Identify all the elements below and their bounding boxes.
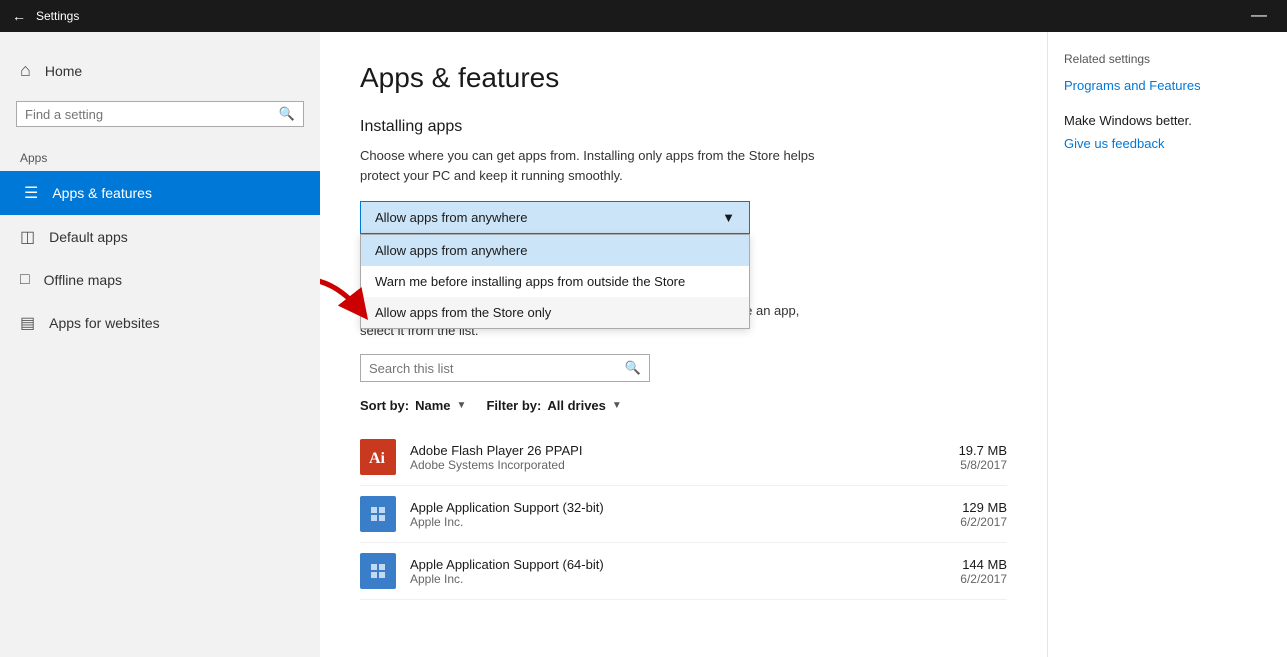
home-icon: ⌂ <box>20 60 31 81</box>
app-meta: 144 MB 6/2/2017 <box>960 557 1007 586</box>
sort-value: Name <box>415 398 450 413</box>
app-icon-adobe: Ai <box>360 439 396 475</box>
sidebar-search[interactable]: 🔍 <box>16 101 304 127</box>
app-search-box[interactable]: 🔍 <box>360 354 650 382</box>
apps-section-label: Apps <box>0 143 320 171</box>
app-name: Apple Application Support (32-bit) <box>410 500 946 515</box>
app-date: 6/2/2017 <box>960 572 1007 586</box>
filter-label: Filter by: <box>486 398 541 413</box>
back-button[interactable]: ← <box>12 8 26 24</box>
dropdown-option-store-only[interactable]: Allow apps from the Store only <box>361 297 749 328</box>
app-name: Apple Application Support (64-bit) <box>410 557 946 572</box>
sidebar-item-apps-features[interactable]: ☰ Apps & features <box>0 171 320 215</box>
find-setting-input[interactable] <box>25 107 279 122</box>
app-info: Apple Application Support (32-bit) Apple… <box>410 500 946 529</box>
sort-dropdown[interactable]: Sort by: Name ▼ <box>360 398 466 413</box>
give-feedback-link[interactable]: Give us feedback <box>1064 136 1271 151</box>
table-row[interactable]: Apple Application Support (32-bit) Apple… <box>360 486 1007 543</box>
apps-features-icon: ☰ <box>24 183 38 203</box>
dropdown-list: Allow apps from anywhere Warn me before … <box>360 234 750 329</box>
app-date: 6/2/2017 <box>960 515 1007 529</box>
install-source-dropdown[interactable]: Allow apps from anywhere ▼ Allow apps fr… <box>360 201 750 234</box>
svg-text:Ai: Ai <box>369 450 386 467</box>
app-size: 129 MB <box>960 500 1007 515</box>
app-name: Adobe Flash Player 26 PPAPI <box>410 443 945 458</box>
installing-apps-title: Installing apps <box>360 118 1007 136</box>
sidebar-item-label: Default apps <box>49 229 128 245</box>
sort-chevron-icon: ▼ <box>457 400 467 411</box>
sidebar-item-offline-maps[interactable]: □ Offline maps <box>0 259 320 301</box>
sort-label: Sort by: <box>360 398 409 413</box>
home-label: Home <box>45 63 82 79</box>
table-row[interactable]: Apple Application Support (64-bit) Apple… <box>360 543 1007 600</box>
page-title: Apps & features <box>360 62 1007 94</box>
table-row[interactable]: Ai Adobe Flash Player 26 PPAPI Adobe Sys… <box>360 429 1007 486</box>
offline-maps-icon: □ <box>20 271 30 289</box>
sidebar-item-default-apps[interactable]: ◫ Default apps <box>0 215 320 259</box>
main-layout: ⌂ Home 🔍 Apps ☰ Apps & features ◫ Defaul… <box>0 32 1287 657</box>
right-panel: Related settings Programs and Features M… <box>1047 32 1287 657</box>
programs-features-link[interactable]: Programs and Features <box>1064 78 1271 93</box>
app-date: 5/8/2017 <box>959 458 1007 472</box>
dropdown-option-warn[interactable]: Warn me before installing apps from outs… <box>361 266 749 297</box>
app-info: Adobe Flash Player 26 PPAPI Adobe System… <box>410 443 945 472</box>
app-meta: 19.7 MB 5/8/2017 <box>959 443 1007 472</box>
dropdown-selected[interactable]: Allow apps from anywhere ▼ <box>360 201 750 234</box>
search-icon: 🔍 <box>279 106 295 122</box>
default-apps-icon: ◫ <box>20 227 35 247</box>
sort-filter-row: Sort by: Name ▼ Filter by: All drives ▼ <box>360 398 1007 413</box>
app-info: Apple Application Support (64-bit) Apple… <box>410 557 946 586</box>
app-size: 144 MB <box>960 557 1007 572</box>
sidebar: ⌂ Home 🔍 Apps ☰ Apps & features ◫ Defaul… <box>0 32 320 657</box>
app-publisher: Apple Inc. <box>410 515 946 529</box>
filter-chevron-icon: ▼ <box>612 400 622 411</box>
sidebar-item-apps-for-websites[interactable]: ▤ Apps for websites <box>0 301 320 345</box>
sidebar-item-label: Apps & features <box>52 185 152 201</box>
window-title: Settings <box>36 9 1243 23</box>
make-windows-better-text: Make Windows better. <box>1064 113 1271 128</box>
content-area: Apps & features Installing apps Choose w… <box>320 32 1047 657</box>
sidebar-item-label: Offline maps <box>44 272 122 288</box>
titlebar: ← Settings — <box>0 0 1287 32</box>
app-icon-apple-64 <box>360 553 396 589</box>
filter-dropdown[interactable]: Filter by: All drives ▼ <box>486 398 621 413</box>
sidebar-home[interactable]: ⌂ Home <box>0 48 320 93</box>
app-publisher: Adobe Systems Incorporated <box>410 458 945 472</box>
app-list: Ai Adobe Flash Player 26 PPAPI Adobe Sys… <box>360 429 1007 600</box>
sidebar-item-label: Apps for websites <box>49 315 160 331</box>
apps-for-websites-icon: ▤ <box>20 313 35 333</box>
search-list-input[interactable] <box>369 361 625 376</box>
minimize-button[interactable]: — <box>1243 7 1275 25</box>
app-icon-apple-32 <box>360 496 396 532</box>
related-settings-title: Related settings <box>1064 52 1271 66</box>
dropdown-option-anywhere[interactable]: Allow apps from anywhere <box>361 235 749 266</box>
filter-value: All drives <box>547 398 606 413</box>
app-meta: 129 MB 6/2/2017 <box>960 500 1007 529</box>
app-size: 19.7 MB <box>959 443 1007 458</box>
search-list-icon: 🔍 <box>625 360 641 376</box>
installing-apps-desc: Choose where you can get apps from. Inst… <box>360 146 840 185</box>
dropdown-chevron-icon: ▼ <box>722 210 735 225</box>
app-publisher: Apple Inc. <box>410 572 946 586</box>
dropdown-selected-text: Allow apps from anywhere <box>375 210 527 225</box>
